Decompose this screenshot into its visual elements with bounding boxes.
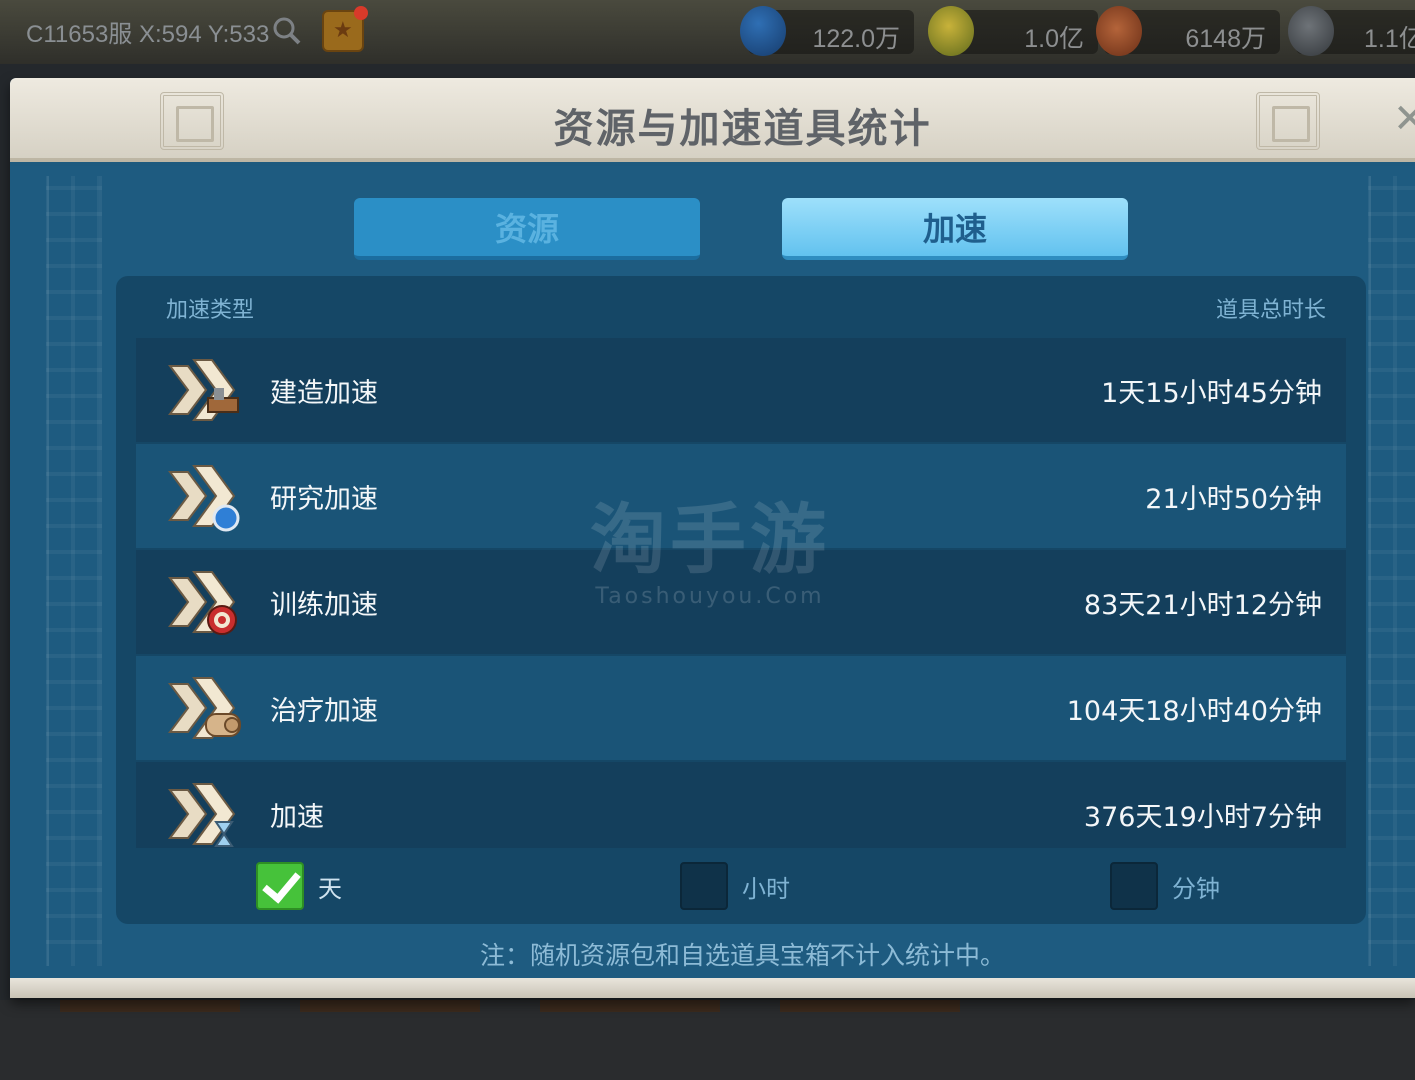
favorites-button[interactable]: ★ bbox=[322, 6, 368, 52]
row-value: 83天21小时12分钟 bbox=[1083, 589, 1322, 621]
unit-option-hours[interactable]: 小时 bbox=[680, 862, 790, 910]
row-value: 104天18小时40分钟 bbox=[1066, 695, 1322, 727]
background-bottom bbox=[0, 1000, 1415, 1080]
resource-stone[interactable]: 1.1亿 bbox=[1288, 6, 1415, 56]
days-checkbox[interactable] bbox=[256, 862, 304, 910]
background-tile bbox=[300, 1000, 480, 1012]
border-pattern bbox=[46, 176, 102, 966]
list-item-research-speedup[interactable]: 研究加速 21小时50分钟 bbox=[136, 444, 1346, 548]
column-header-type: 加速类型 bbox=[166, 298, 255, 323]
notification-dot bbox=[354, 6, 368, 20]
universal-speedup-icon bbox=[168, 783, 236, 847]
row-value: 376天19小时7分钟 bbox=[1083, 801, 1322, 833]
speedup-list[interactable]: 建造加速 1天15小时45分钟 研究加速 21小时50分钟 训练加速 83天21… bbox=[136, 338, 1346, 848]
column-header-total: 道具总时长 bbox=[1215, 298, 1326, 323]
list-item-build-speedup[interactable]: 建造加速 1天15小时45分钟 bbox=[136, 338, 1346, 442]
row-label: 加速 bbox=[270, 801, 324, 833]
star-icon: ★ bbox=[333, 18, 353, 43]
wood-icon bbox=[1096, 6, 1142, 56]
speedup-list-panel: 加速类型 道具总时长 建造加速 1天15小时45分钟 研究加速 21小时50分钟… bbox=[116, 276, 1366, 924]
row-label: 建造加速 bbox=[270, 377, 378, 409]
resource-gems[interactable]: 122.0万 bbox=[740, 6, 914, 56]
row-label: 治疗加速 bbox=[270, 695, 378, 727]
footnote: 注：随机资源包和自选道具宝箱不计入统计中。 bbox=[479, 941, 1005, 970]
row-label: 研究加速 bbox=[270, 483, 378, 515]
close-icon[interactable]: ✕ bbox=[1393, 96, 1415, 142]
search-icon[interactable] bbox=[272, 16, 302, 46]
unit-label: 分钟 bbox=[1172, 874, 1220, 903]
resource-wood[interactable]: 6148万 bbox=[1096, 6, 1280, 56]
build-speedup-icon bbox=[168, 359, 239, 421]
research-speedup-icon bbox=[168, 465, 240, 532]
server-coordinates: C11653服 X:594 Y:533 bbox=[26, 21, 270, 48]
food-icon bbox=[928, 6, 974, 56]
dialog-title: 资源与加速道具统计 bbox=[553, 106, 932, 152]
row-label: 训练加速 bbox=[270, 589, 378, 621]
hours-checkbox[interactable] bbox=[680, 862, 728, 910]
minutes-checkbox[interactable] bbox=[1110, 862, 1158, 910]
background-tile bbox=[60, 1000, 240, 1012]
speedup-statistics-dialog: 资源与加速道具统计 ✕ 资源 加速 加速类型 道具总时长 建造加速 1天15小时… bbox=[10, 78, 1415, 998]
row-value: 1天15小时45分钟 bbox=[1101, 377, 1322, 409]
healing-speedup-icon bbox=[168, 677, 241, 739]
unit-label: 小时 bbox=[742, 874, 790, 903]
background-tile bbox=[540, 1000, 720, 1012]
background-tile bbox=[780, 1000, 960, 1012]
training-speedup-icon bbox=[168, 571, 237, 635]
resource-stone-value: 1.1亿 bbox=[1364, 25, 1415, 53]
resource-food-value: 1.0亿 bbox=[1024, 25, 1084, 53]
border-pattern bbox=[1368, 176, 1415, 966]
list-item-healing-speedup[interactable]: 治疗加速 104天18小时40分钟 bbox=[136, 656, 1346, 760]
tab-speedup[interactable]: 加速 bbox=[782, 198, 1128, 260]
unit-option-days[interactable]: 天 bbox=[256, 862, 342, 910]
resource-wood-value: 6148万 bbox=[1185, 25, 1266, 53]
resource-food[interactable]: 1.0亿 bbox=[928, 6, 1098, 56]
row-value: 21小时50分钟 bbox=[1145, 483, 1322, 515]
stone-icon bbox=[1288, 6, 1334, 56]
list-item-universal-speedup[interactable]: 加速 376天19小时7分钟 bbox=[136, 762, 1346, 848]
dialog-header: 资源与加速道具统计 ✕ bbox=[10, 78, 1415, 162]
list-item-training-speedup[interactable]: 训练加速 83天21小时12分钟 bbox=[136, 550, 1346, 654]
top-hud-bar: C11653服 X:594 Y:533 ★ 122.0万 1.0亿 6148万 … bbox=[0, 0, 1415, 64]
resource-gems-value: 122.0万 bbox=[812, 25, 900, 53]
unit-option-minutes[interactable]: 分钟 bbox=[1110, 862, 1220, 910]
tab-resources[interactable]: 资源 bbox=[354, 198, 700, 260]
unit-label: 天 bbox=[318, 874, 342, 903]
gem-icon bbox=[740, 6, 786, 56]
dialog-bottom-border bbox=[10, 978, 1415, 998]
